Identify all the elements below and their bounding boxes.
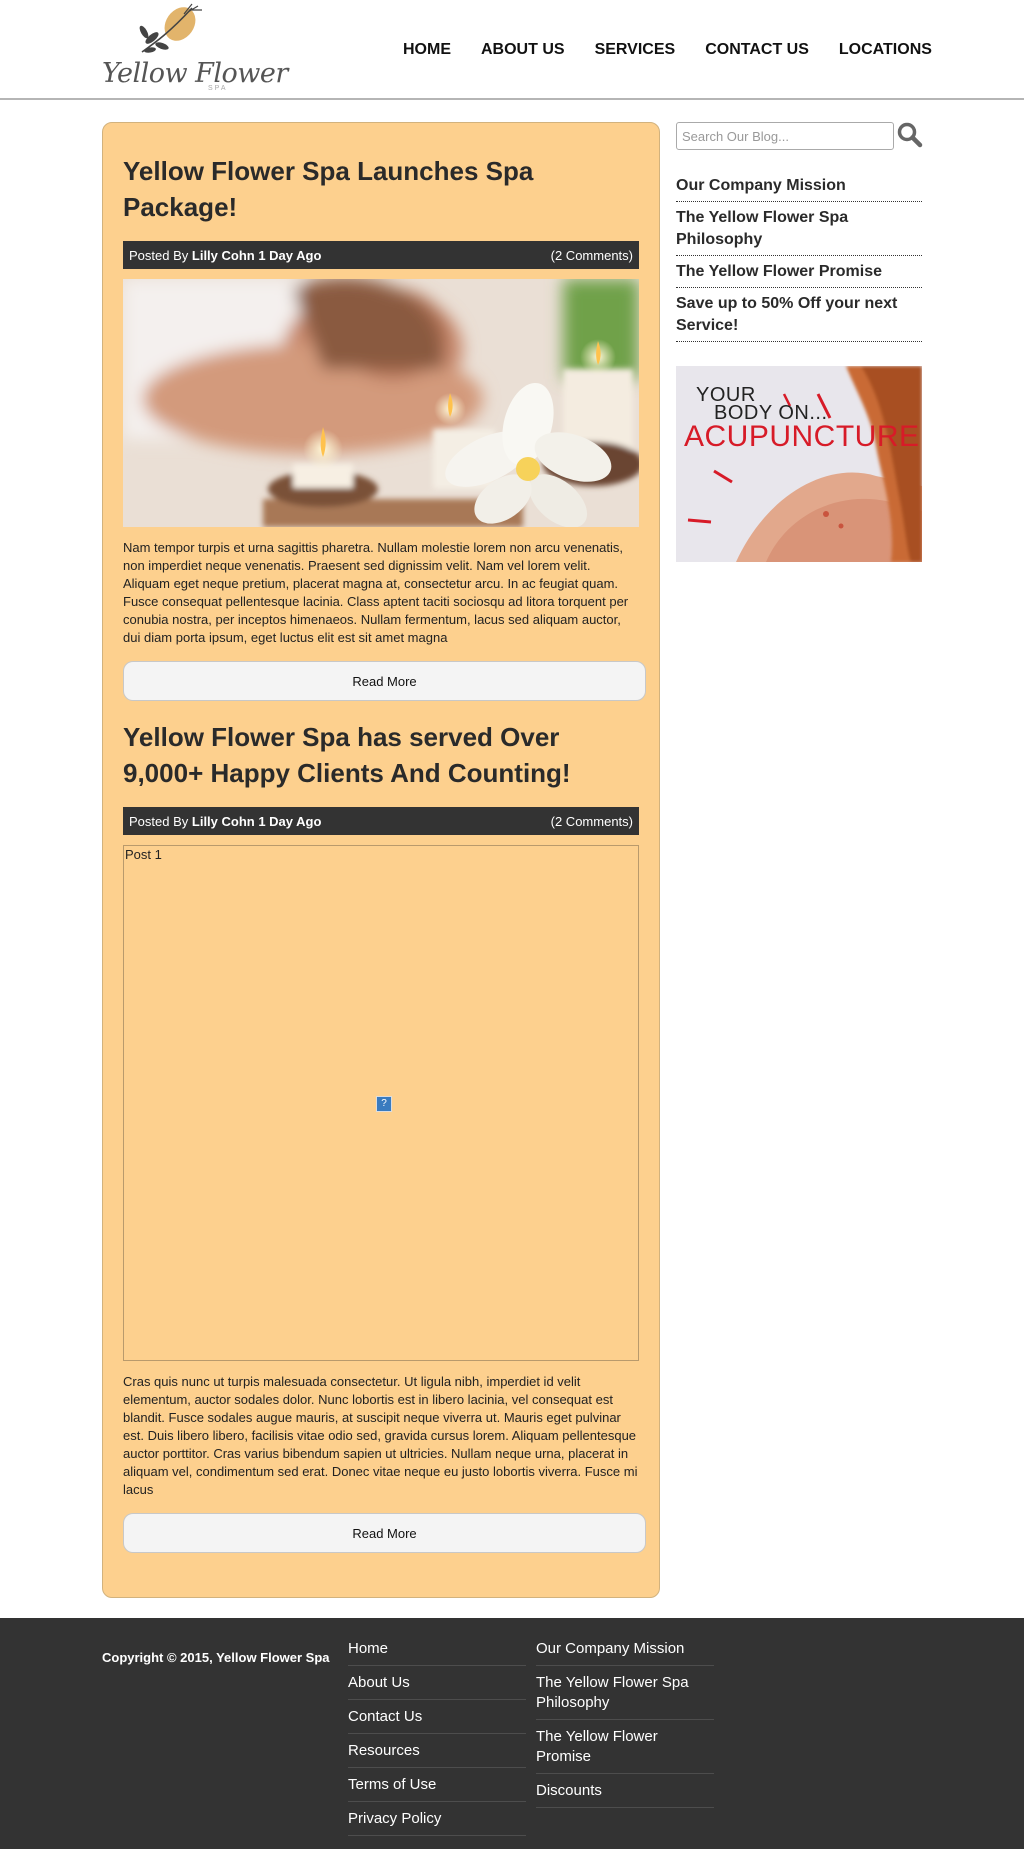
post-image-broken[interactable]: Post 1 ? [123,845,639,1361]
sidebar-item: Our Company Mission [676,170,922,202]
logo-subtext: SPA [208,85,228,92]
nav-home[interactable]: HOME [403,41,451,59]
blog-post: Yellow Flower Spa Launches Spa Package! … [123,153,646,701]
footer-item: Privacy Policy [348,1802,526,1836]
nav-services[interactable]: SERVICES [595,41,676,59]
footer-link-terms[interactable]: Terms of Use [348,1775,526,1795]
search-icon [897,122,923,148]
footer-item: The Yellow Flower Promise [536,1720,714,1774]
acupuncture-ad-banner[interactable]: YOUR BODY ON... ACUPUNCTURE [676,366,922,562]
footer-item: Discounts [536,1774,714,1808]
sidebar-link-discount[interactable]: Save up to 50% Off your next Service! [676,293,922,337]
sidebar-links: Our Company Mission The Yellow Flower Sp… [676,170,922,342]
footer-link-discounts[interactable]: Discounts [536,1781,714,1801]
search-button[interactable] [897,122,923,150]
sidebar-item: The Yellow Flower Spa Philosophy [676,202,922,256]
post-excerpt: Nam tempor turpis et urna sagittis phare… [123,540,629,645]
blog-main: Yellow Flower Spa Launches Spa Package! … [102,122,660,1598]
read-more-button[interactable]: Read More [123,1513,646,1553]
post-author-name: Lilly Cohn 1 Day Ago [191,247,322,263]
post-author: Posted By Lilly Cohn 1 Day Ago [129,248,321,263]
read-more-button[interactable]: Read More [123,661,646,701]
spa-candles-image [123,279,639,527]
nav-locations[interactable]: LOCATIONS [839,41,932,59]
ad-headline-3: ACUPUNCTURE [684,420,920,453]
flower-logo-icon [139,3,202,53]
main-nav: HOME ABOUT US SERVICES CONTACT US LOCATI… [403,41,962,59]
logo-text: Yellow Flower [102,58,288,89]
post-author: Posted By Lilly Cohn 1 Day Ago [129,814,321,829]
broken-image-icon: ? [376,1096,392,1112]
footer-link-resources[interactable]: Resources [348,1741,526,1761]
footer-link-privacy[interactable]: Privacy Policy [348,1809,526,1829]
post-excerpt: Cras quis nunc ut turpis malesuada conse… [123,1374,638,1497]
footer-link-contact-us[interactable]: Contact Us [348,1707,526,1727]
site-header: Yellow Flower SPA HOME ABOUT US SERVICES… [0,0,1024,100]
footer-item: Contact Us [348,1700,526,1734]
post-meta-bar: Posted By Lilly Cohn 1 Day Ago (2 Commen… [123,241,639,269]
blog-post: Yellow Flower Spa has served Over 9,000+… [123,719,646,1553]
posted-by-label: Posted By [129,813,189,829]
footer-link-company-mission[interactable]: Our Company Mission [536,1639,714,1659]
sidebar-link-philosophy[interactable]: The Yellow Flower Spa Philosophy [676,207,922,251]
footer-item: Our Company Mission [536,1632,714,1666]
post-title[interactable]: Yellow Flower Spa Launches Spa Package! [123,153,639,225]
blog-search-input[interactable] [676,122,894,150]
image-alt-text: Post 1 [125,847,162,862]
logo[interactable]: Yellow Flower SPA [102,2,288,96]
footer-link-philosophy[interactable]: The Yellow Flower Spa Philosophy [536,1673,714,1713]
footer-nav-pages: Home About Us Contact Us Resources Terms… [348,1632,526,1836]
sidebar-item: Save up to 50% Off your next Service! [676,288,922,342]
post-image[interactable] [123,279,639,527]
post-comments-link[interactable]: (2 Comments) [551,248,633,263]
post-meta-bar: Posted By Lilly Cohn 1 Day Ago (2 Commen… [123,807,639,835]
footer-item: Terms of Use [348,1768,526,1802]
footer-item: About Us [348,1666,526,1700]
footer-link-promise[interactable]: The Yellow Flower Promise [536,1727,714,1767]
footer-nav-blog: Our Company Mission The Yellow Flower Sp… [536,1632,714,1808]
site-footer: Copyright © 2015, Yellow Flower Spa Home… [0,1618,1024,1849]
footer-item: Resources [348,1734,526,1768]
post-title[interactable]: Yellow Flower Spa has served Over 9,000+… [123,719,639,791]
copyright-text: Copyright © 2015, Yellow Flower Spa [102,1650,330,1665]
sidebar-link-company-mission[interactable]: Our Company Mission [676,175,922,197]
post-author-name: Lilly Cohn 1 Day Ago [191,813,322,829]
sidebar-link-promise[interactable]: The Yellow Flower Promise [676,261,922,283]
footer-item: Home [348,1632,526,1666]
footer-item: The Yellow Flower Spa Philosophy [536,1666,714,1720]
sidebar-item: The Yellow Flower Promise [676,256,922,288]
footer-link-home[interactable]: Home [348,1639,526,1659]
post-comments-link[interactable]: (2 Comments) [551,814,633,829]
footer-link-about-us[interactable]: About Us [348,1673,526,1693]
nav-contact-us[interactable]: CONTACT US [705,41,809,59]
nav-about-us[interactable]: ABOUT US [481,41,565,59]
posted-by-label: Posted By [129,247,189,263]
